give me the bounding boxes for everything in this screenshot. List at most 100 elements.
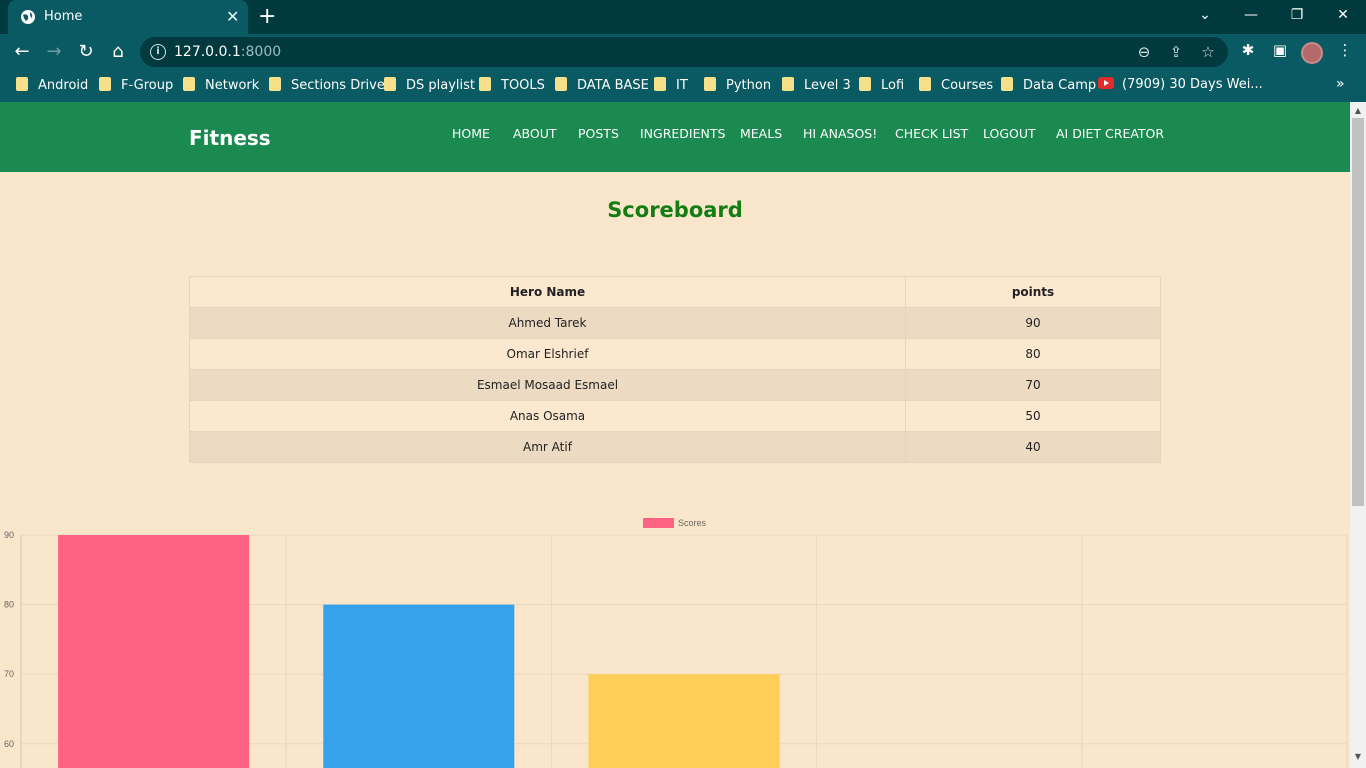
bookmark-courses[interactable]: Courses [919,77,993,95]
zoom-icon[interactable]: ⊖ [1134,43,1154,63]
y-tick-label: 80 [4,600,14,610]
url-text[interactable]: 127.0.0.1:8000 [174,44,281,60]
folder-icon [919,77,931,91]
scores-bar-chart: Scores 90 80 70 60 [0,510,1350,768]
table-row: Anas Osama 50 [189,400,1161,432]
close-window-icon[interactable]: ✕ [1320,0,1366,30]
nav-meals[interactable]: MEALS [740,126,782,141]
folder-icon [269,77,281,91]
share-icon[interactable]: ⇪ [1166,43,1186,63]
profile-avatar[interactable] [1301,42,1323,64]
scroll-down-arrow-icon[interactable]: ▼ [1353,752,1363,761]
bookmark-label: DS playlist [406,78,476,93]
restore-icon[interactable]: ❐ [1274,0,1320,30]
folder-icon [704,77,716,91]
folder-icon [555,77,567,91]
bookmark-level-3[interactable]: Level 3 [782,77,851,95]
info-icon[interactable]: i [150,44,166,60]
bar-2 [588,674,780,768]
home-icon[interactable]: ⌂ [106,40,130,64]
bookmark-label: IT [676,78,688,93]
points-cell: 40 [905,431,1161,463]
points-cell: 50 [905,400,1161,432]
bookmark-sections-drive[interactable]: Sections Drive [269,77,385,95]
bookmark-it[interactable]: IT [654,77,688,95]
minimize-icon[interactable]: — [1228,0,1274,30]
table-row: Esmael Mosaad Esmael 70 [189,369,1161,401]
bookmark-android[interactable]: Android [16,77,88,95]
bookmark-tools[interactable]: TOOLS [479,77,545,95]
folder-icon [384,77,396,91]
column-header-points: points [905,276,1161,308]
bookmark-label: TOOLS [501,78,545,93]
forward-arrow-icon[interactable]: → [42,40,66,64]
bookmark-youtube-video[interactable]: (7909) 30 Days Wei... [1098,77,1263,95]
bookmark-star-icon[interactable]: ☆ [1198,43,1218,63]
bookmark-label: Python [726,78,772,93]
bookmark-label: Android [38,78,89,93]
bookmark-data-base[interactable]: DATA BASE [555,77,649,95]
column-header-hero-name: Hero Name [189,276,906,308]
new-tab-icon[interactable]: + [258,4,276,29]
y-tick-label: 70 [4,669,14,679]
legend-label: Scores [678,518,707,528]
folder-icon [654,77,666,91]
y-tick-label: 90 [4,530,14,540]
bookmark-label: Courses [941,78,994,93]
points-cell: 70 [905,369,1161,401]
browser-menu-icon[interactable]: ⋮ [1334,41,1356,63]
legend-swatch [643,518,674,528]
url-host: 127.0.0.1 [174,44,241,60]
site-navbar: Fitness HOME ABOUT POSTS INGREDIENTS MEA… [0,102,1350,172]
tab-title: Home [44,9,83,24]
bookmark-lofi[interactable]: Lofi [859,77,904,95]
folder-icon [16,77,28,91]
scroll-up-arrow-icon[interactable]: ▲ [1353,106,1363,115]
bookmark-label: (7909) 30 Days Wei... [1122,77,1263,92]
folder-icon [479,77,491,91]
nav-ai-diet-creator[interactable]: AI DIET CREATOR [1056,126,1164,141]
scrollbar-thumb[interactable] [1352,118,1364,506]
bookmark-label: DATA BASE [577,78,649,93]
bookmark-label: Lofi [881,78,905,93]
reload-icon[interactable]: ↻ [74,40,98,64]
browser-toolbar: ← → ↻ ⌂ i 127.0.0.1:8000 ⊖ ⇪ ☆ ✱ ▣ ⋮ [0,34,1366,70]
points-cell: 90 [905,307,1161,339]
bookmark-python[interactable]: Python [704,77,771,95]
close-tab-icon[interactable]: ✕ [226,7,239,26]
chart-svg: Scores 90 80 70 60 [4,518,1348,768]
extensions-puzzle-icon[interactable]: ✱ [1237,41,1259,63]
tab-search-chevron-icon[interactable]: ⌄ [1182,0,1228,30]
address-bar[interactable]: i 127.0.0.1:8000 ⊖ ⇪ ☆ [140,37,1228,67]
bookmark-network[interactable]: Network [183,77,259,95]
folder-icon [1001,77,1013,91]
nav-about[interactable]: ABOUT [513,126,557,141]
table-row: Amr Atif 40 [189,431,1161,463]
bar-0 [58,535,250,768]
bookmark-ds-playlist[interactable]: DS playlist [384,77,475,95]
browser-tab[interactable]: Home ✕ [8,0,248,34]
nav-posts[interactable]: POSTS [578,126,619,141]
nav-user-greeting[interactable]: HI ANASOS! [803,126,877,141]
nav-ingredients[interactable]: INGREDIENTS [640,126,725,141]
y-tick-label: 60 [4,739,14,749]
table-row: Ahmed Tarek 90 [189,307,1161,339]
youtube-icon [1098,77,1114,89]
folder-icon [782,77,794,91]
nav-home[interactable]: HOME [452,126,490,141]
folder-icon [183,77,195,91]
nav-check-list[interactable]: CHECK LIST [895,126,968,141]
hero-name-cell: Amr Atif [189,431,906,463]
nav-logout[interactable]: LOGOUT [983,126,1036,141]
hero-name-cell: Anas Osama [189,400,906,432]
bookmarks-more-icon[interactable]: » [1336,76,1345,92]
points-cell: 80 [905,338,1161,370]
url-port: :8000 [240,44,282,60]
bookmark-f-group[interactable]: F-Group [99,77,173,95]
bookmark-data-camp[interactable]: Data Camp [1001,77,1096,95]
back-arrow-icon[interactable]: ← [10,40,34,64]
side-panel-icon[interactable]: ▣ [1269,41,1291,63]
site-brand[interactable]: Fitness [189,126,271,150]
hero-name-cell: Ahmed Tarek [189,307,906,339]
browser-tabstrip: Home ✕ + ⌄ — ❐ ✕ [0,0,1366,34]
